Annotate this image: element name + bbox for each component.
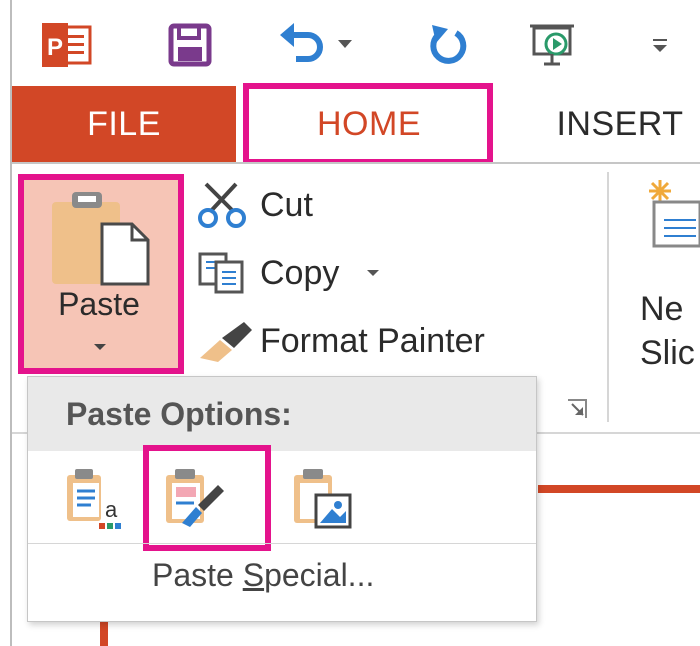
clipboard-dialog-launcher-icon[interactable] — [566, 398, 588, 420]
format-painter-icon — [196, 316, 260, 366]
format-painter-label: Format Painter — [260, 321, 485, 360]
svg-text:a: a — [105, 497, 118, 522]
powerpoint-logo-icon: P — [38, 20, 94, 70]
quick-access-toolbar: P — [12, 0, 700, 86]
copy-icon — [196, 248, 260, 298]
paste-label: Paste — [58, 286, 140, 322]
save-icon[interactable] — [162, 20, 218, 70]
undo-dropdown-icon[interactable] — [330, 20, 360, 70]
copy-button[interactable]: Copy — [196, 248, 380, 298]
paste-option-destination-theme[interactable]: a — [50, 461, 136, 537]
copy-dropdown-icon[interactable] — [367, 270, 380, 276]
tab-insert[interactable]: INSERT — [530, 86, 700, 162]
paste-dropdown-icon — [94, 344, 106, 350]
customize-qat-icon[interactable] — [640, 20, 680, 70]
slideshow-icon[interactable] — [524, 20, 580, 70]
picture-icon — [294, 469, 352, 529]
group-separator — [607, 172, 609, 422]
new-slide-label-line1: Ne — [640, 290, 684, 328]
use-destination-theme-icon: a — [67, 469, 121, 529]
paste-special-menu-item[interactable]: Paste Special... — [152, 557, 374, 594]
keep-source-formatting-icon — [166, 469, 224, 527]
undo-icon[interactable] — [274, 20, 330, 70]
paste-options-menu: Paste Options: a Paste Special... — [27, 376, 537, 622]
slide-placeholder-border — [538, 485, 700, 493]
menu-separator — [28, 543, 536, 544]
copy-label: Copy — [260, 253, 340, 292]
paste-option-picture[interactable] — [278, 461, 364, 537]
tab-home[interactable]: HOME — [248, 86, 490, 162]
paste-special-accelerator: S — [242, 557, 265, 593]
redo-icon[interactable] — [420, 20, 476, 70]
format-painter-button[interactable]: Format Painter — [196, 316, 485, 366]
paste-option-keep-source-formatting[interactable] — [150, 461, 236, 537]
cut-label: Cut — [260, 185, 313, 224]
paste-special-prefix: Paste — [152, 557, 243, 593]
paste-special-suffix: pecial... — [264, 557, 375, 593]
paste-button[interactable]: Paste — [18, 176, 180, 372]
paste-options-header: Paste Options: — [28, 377, 536, 451]
new-slide-icon — [649, 180, 700, 248]
svg-text:P: P — [47, 34, 63, 61]
clipboard-icon — [52, 192, 150, 286]
cut-button[interactable]: Cut — [196, 180, 313, 230]
ribbon-tabs: FILE HOME INSERT — [12, 86, 700, 162]
new-slide-label-line2: Slic — [640, 334, 695, 372]
scissors-icon — [196, 180, 260, 230]
tab-file[interactable]: FILE — [12, 86, 236, 162]
